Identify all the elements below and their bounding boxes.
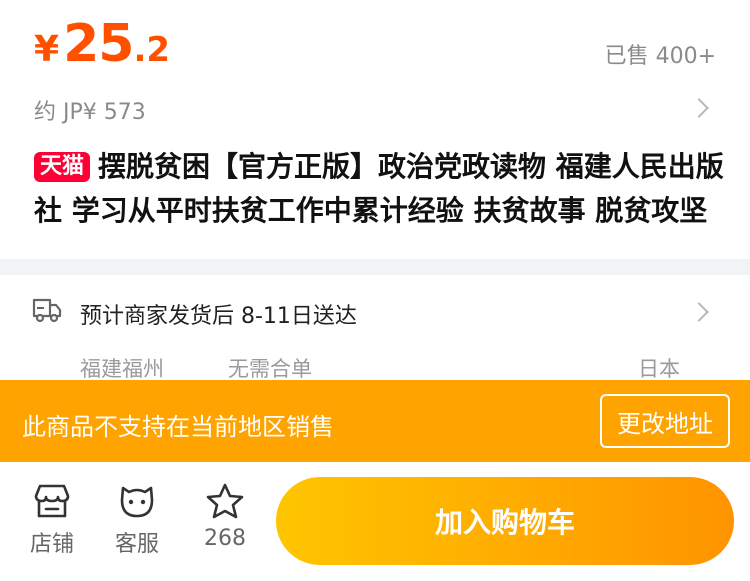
ship-merge: 无需合单	[228, 357, 312, 381]
chevron-right-icon[interactable]	[689, 302, 709, 322]
sold-count: 已售 400+	[604, 44, 716, 69]
add-to-cart-button[interactable]: 加入购物车	[276, 477, 734, 565]
store-button[interactable]: 店铺	[17, 482, 87, 558]
price-integer: 25	[63, 14, 134, 74]
favorite-button[interactable]: 268	[190, 482, 260, 551]
price-decimal: .2	[133, 30, 171, 70]
change-address-button[interactable]: 更改地址	[600, 394, 730, 448]
product-title-block: 天猫 摆脱贫困【官方正版】政治党政读物 福建人民出版社 学习从平时扶贫工作中累计经…	[34, 145, 724, 233]
approx-price[interactable]: 约 JP¥ 573	[34, 94, 146, 126]
region-notice-text: 此商品不支持在当前地区销售	[22, 413, 334, 441]
price-currency: ¥	[34, 29, 60, 70]
service-label: 客服	[114, 532, 159, 557]
price: ¥ 25 .2	[34, 14, 170, 84]
product-title: 摆脱贫困【官方正版】政治党政读物 福建人民出版社 学习从平时扶贫工作中累计经验 …	[34, 150, 724, 227]
delivery-truck-icon	[32, 296, 62, 324]
region-notice-bar: 此商品不支持在当前地区销售 更改地址	[0, 380, 750, 462]
ship-destination: 日本	[638, 357, 680, 381]
store-label: 店铺	[29, 532, 74, 557]
bottom-action-bar: 店铺 客服 268 加入购物车	[0, 462, 750, 581]
section-divider	[0, 259, 750, 275]
customer-service-icon	[120, 486, 154, 518]
store-icon	[34, 484, 70, 518]
shipping-estimate[interactable]: 预计商家发货后 8-11日送达	[80, 298, 357, 330]
star-icon	[206, 483, 244, 519]
ship-origin: 福建福州	[80, 357, 164, 381]
tmall-badge: 天猫	[34, 152, 91, 182]
favorite-count: 268	[204, 526, 246, 551]
service-button[interactable]: 客服	[102, 482, 172, 558]
chevron-right-icon[interactable]	[689, 98, 709, 118]
